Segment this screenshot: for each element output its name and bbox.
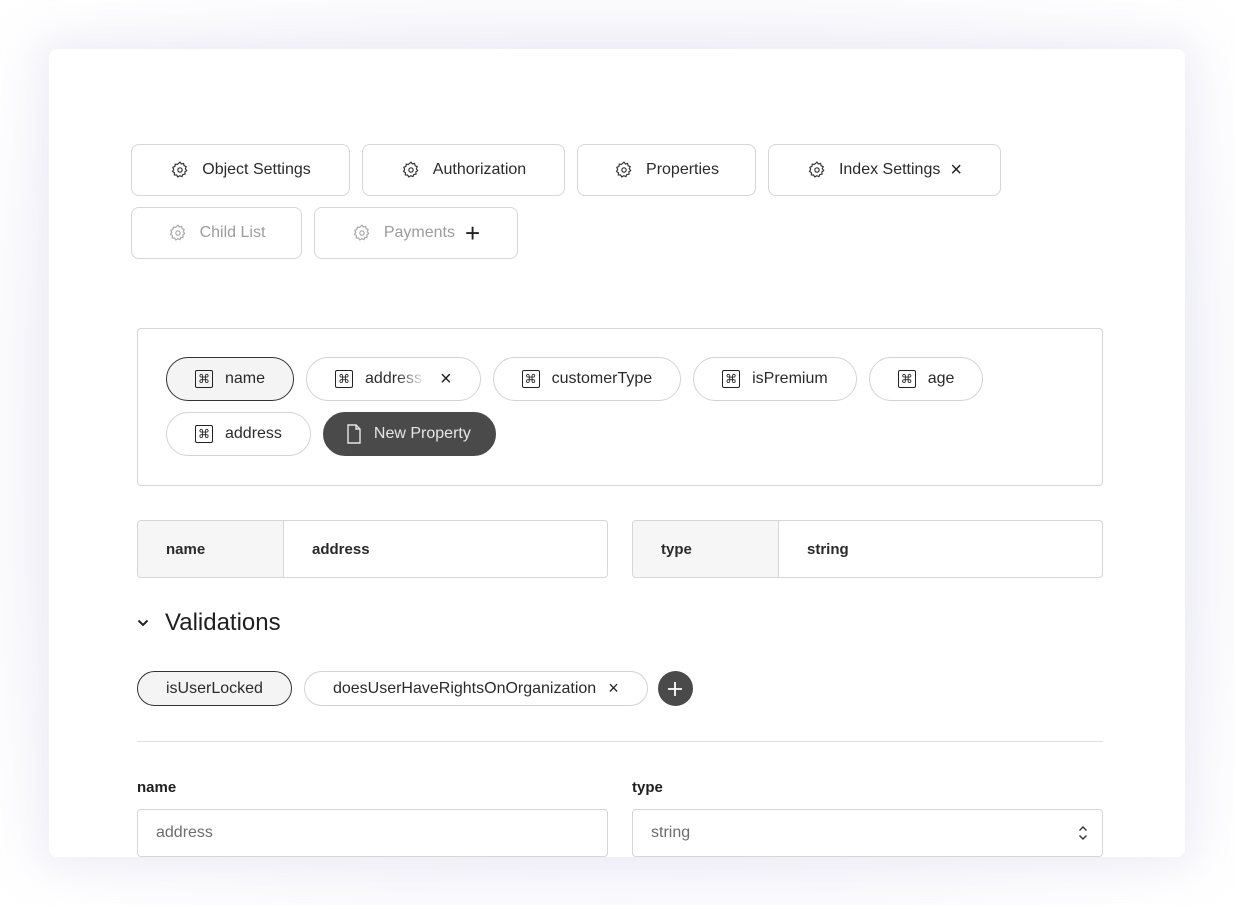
property-label: isPremium xyxy=(752,370,828,387)
command-icon: ⌘ xyxy=(195,425,213,443)
tab-payments[interactable]: Payments + xyxy=(314,207,518,259)
property-pill-age[interactable]: ⌘ age xyxy=(868,357,984,401)
tab-label: Payments xyxy=(383,224,455,241)
property-pill-ispremium[interactable]: ⌘ isPremium xyxy=(693,357,857,401)
chevron-up-down-icon xyxy=(1078,825,1088,841)
validations-title: Validations xyxy=(165,609,281,636)
property-label: address xyxy=(225,425,282,442)
settings-tabs: Object Settings Authorization Properties… xyxy=(131,144,1031,270)
property-pill-name[interactable]: ⌘ name xyxy=(166,357,295,401)
validation-label: isUserLocked xyxy=(166,679,263,697)
new-property-label: New Property xyxy=(373,425,471,442)
tab-row-2: Child List Payments + xyxy=(131,207,1031,259)
name-key: name xyxy=(138,521,284,577)
tab-object-settings[interactable]: Object Settings xyxy=(131,144,350,196)
name-input[interactable]: address xyxy=(137,809,608,857)
property-row-2: ⌘ address New Property xyxy=(166,412,496,456)
validation-pill-isuserlocked[interactable]: isUserLocked xyxy=(137,671,292,706)
tab-index-settings[interactable]: Index Settings × xyxy=(768,144,1001,196)
file-icon xyxy=(346,424,362,444)
type-key: type xyxy=(633,521,779,577)
type-field-label: type xyxy=(632,779,663,796)
property-label-input[interactable]: address xyxy=(365,370,422,388)
name-value: address xyxy=(312,540,370,558)
name-field-label: name xyxy=(137,779,177,796)
tab-label: Child List xyxy=(199,224,266,241)
property-list: ⌘ name ⌘ address × ⌘ customerType ⌘ isPr… xyxy=(137,328,1103,486)
tab-label: Properties xyxy=(646,161,719,178)
type-select[interactable]: string xyxy=(632,809,1103,857)
command-icon: ⌘ xyxy=(521,370,540,388)
gear-icon xyxy=(614,160,634,180)
add-validation-button[interactable] xyxy=(657,671,693,706)
property-editor-card: Object Settings Authorization Properties… xyxy=(49,49,1185,857)
divider xyxy=(137,741,1103,742)
property-pill-address-editing[interactable]: ⌘ address × xyxy=(306,357,481,401)
property-pill-address[interactable]: ⌘ address xyxy=(166,412,311,456)
type-value: string xyxy=(807,540,849,558)
validation-pill-doesuserhaverights[interactable]: doesUserHaveRightsOnOrganization × xyxy=(303,671,648,706)
name-input-value: address xyxy=(156,824,213,841)
type-select-value: string xyxy=(651,824,691,841)
gear-icon xyxy=(170,160,190,180)
command-icon: ⌘ xyxy=(722,370,741,388)
command-icon: ⌘ xyxy=(335,370,354,388)
tab-child-list[interactable]: Child List xyxy=(131,207,302,259)
tab-properties[interactable]: Properties xyxy=(577,144,756,196)
tab-label: Object Settings xyxy=(202,161,311,178)
close-icon[interactable]: × xyxy=(950,160,962,180)
property-pill-customertype[interactable]: ⌘ customerType xyxy=(492,357,682,401)
gear-icon xyxy=(352,223,372,243)
command-icon: ⌘ xyxy=(195,370,213,388)
property-row-1: ⌘ name ⌘ address × ⌘ customerType ⌘ isPr… xyxy=(166,357,984,401)
tab-row-1: Object Settings Authorization Properties… xyxy=(131,144,1031,196)
gear-icon xyxy=(807,160,827,180)
validations-toggle[interactable]: Validations xyxy=(137,609,281,637)
tab-authorization[interactable]: Authorization xyxy=(362,144,565,196)
validation-list: isUserLocked doesUserHaveRightsOnOrganiz… xyxy=(137,671,693,706)
close-icon[interactable]: × xyxy=(608,678,619,699)
gear-icon xyxy=(401,160,421,180)
plus-icon[interactable]: + xyxy=(465,220,480,246)
close-icon[interactable]: × xyxy=(440,368,452,391)
name-summary-field: name address xyxy=(137,520,608,578)
gear-icon xyxy=(168,223,188,243)
property-label: customerType xyxy=(551,370,653,387)
tab-label: Index Settings xyxy=(838,161,941,178)
chevron-down-icon xyxy=(137,619,149,627)
property-label: age xyxy=(927,370,955,387)
command-icon: ⌘ xyxy=(897,370,916,388)
type-summary-field: type string xyxy=(632,520,1103,578)
plus-icon xyxy=(668,681,683,696)
new-property-button[interactable]: New Property xyxy=(322,412,496,456)
tab-label: Authorization xyxy=(432,161,527,178)
property-label: name xyxy=(225,370,266,387)
validation-label: doesUserHaveRightsOnOrganization xyxy=(332,679,597,697)
